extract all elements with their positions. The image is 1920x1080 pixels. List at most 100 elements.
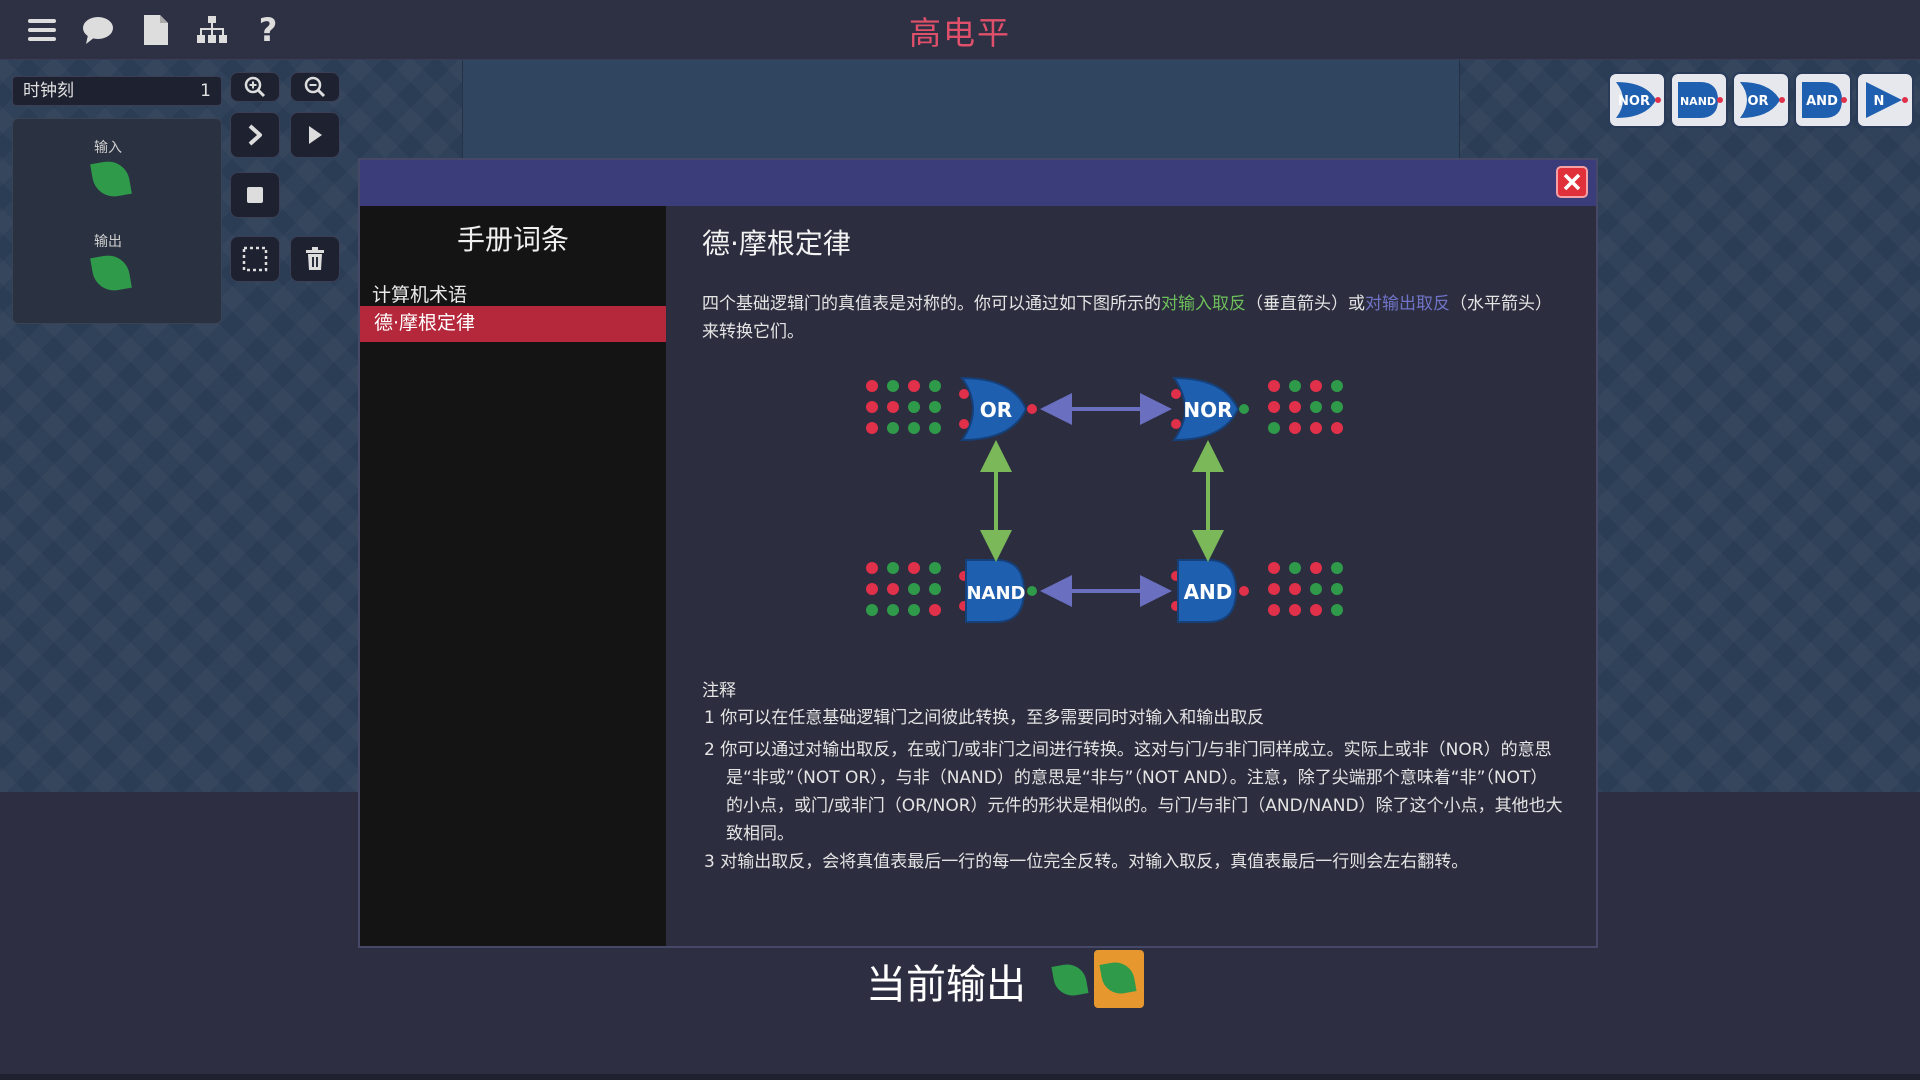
zoom-in-button[interactable]	[230, 72, 280, 102]
expected-output-box	[1094, 950, 1144, 1008]
play-button[interactable]	[290, 112, 340, 158]
close-icon	[1563, 173, 1581, 191]
truth-dot	[1289, 401, 1301, 413]
truth-dot	[1331, 401, 1343, 413]
truth-dot	[887, 422, 899, 434]
truth-dot	[866, 562, 878, 574]
truth-dot	[908, 562, 920, 574]
gate-and: AND	[1171, 559, 1249, 623]
close-button[interactable]	[1556, 166, 1588, 198]
trash-icon	[306, 247, 324, 270]
palette-gate-and[interactable]: AND	[1794, 72, 1852, 128]
truth-dot	[866, 401, 878, 413]
palette-gate-or[interactable]: OR	[1732, 72, 1790, 128]
manual-sidebar: 手册词条 计算机术语 德·摩根定律	[360, 206, 666, 946]
truth-dot	[887, 380, 899, 392]
entry-intro: 四个基础逻辑门的真值表是对称的。你可以通过如下图所示的对输入取反（垂直箭头）或对…	[702, 290, 1562, 346]
invert-output-link: 对输出取反	[1365, 294, 1450, 314]
step-button[interactable]	[230, 112, 280, 158]
palette-gate-label: AND	[1806, 94, 1838, 109]
truth-dot	[1268, 380, 1280, 392]
palette-gate-not[interactable]: N	[1856, 72, 1914, 128]
intro-text-2: （垂直箭头）或	[1246, 294, 1365, 314]
note-item: 2 你可以通过对输出取反，在或门/或非门之间进行转换。这对与门/与非门同样成立。…	[704, 740, 1563, 844]
gate-or: OR	[959, 376, 1037, 442]
zoom-out-button[interactable]	[290, 72, 340, 102]
clock-tick-field: 时钟刻 1	[12, 76, 222, 106]
stop-button[interactable]	[230, 172, 280, 218]
input-label: 输入	[94, 140, 122, 156]
truth-dot	[908, 604, 920, 616]
truth-dot	[1268, 401, 1280, 413]
truth-dot	[1268, 583, 1280, 595]
truth-dot	[866, 380, 878, 392]
zoom-in-icon	[244, 76, 266, 98]
truth-dot	[929, 562, 941, 574]
input-pin[interactable]	[90, 158, 132, 200]
truth-dot	[887, 583, 899, 595]
intro-text-1: 四个基础逻辑门的真值表是对称的。你可以通过如下图所示的	[702, 294, 1161, 314]
manual-category[interactable]: 计算机术语	[372, 280, 467, 307]
truth-dot	[929, 380, 941, 392]
gate-nand: NAND	[959, 559, 1037, 623]
entry-title: 德·摩根定律	[702, 227, 851, 260]
manual-content: 德·摩根定律 四个基础逻辑门的真值表是对称的。你可以通过如下图所示的对输入取反（…	[666, 206, 1596, 946]
delete-button[interactable]	[290, 236, 340, 282]
truth-dot	[1310, 562, 1322, 574]
truth-dot	[1331, 583, 1343, 595]
palette-gate-label: NAND	[1680, 95, 1716, 108]
current-output-label: 当前输出	[866, 962, 1026, 1008]
truth-dot	[866, 422, 878, 434]
select-button[interactable]	[230, 236, 280, 282]
gate-nor: NOR	[1171, 376, 1249, 442]
truth-table-nor	[1268, 380, 1343, 434]
truth-table-nand	[866, 562, 941, 616]
top-bar: ? 高电平	[0, 0, 1920, 60]
truth-dot	[1289, 604, 1301, 616]
clock-tick-value: 1	[200, 81, 211, 101]
manual-sidebar-title: 手册词条	[456, 223, 569, 256]
truth-dot	[929, 401, 941, 413]
output-label: 输出	[94, 234, 122, 250]
step-icon	[248, 124, 262, 146]
truth-dot	[887, 562, 899, 574]
palette-gate-nand[interactable]: NAND	[1670, 72, 1728, 128]
truth-dot	[1310, 583, 1322, 595]
truth-dot	[1331, 604, 1343, 616]
output-pin	[90, 252, 132, 294]
truth-dot	[866, 583, 878, 595]
palette-gate-label: OR	[1747, 94, 1768, 109]
truth-dot	[1310, 380, 1322, 392]
truth-dot	[1310, 604, 1322, 616]
truth-dot	[887, 401, 899, 413]
truth-dot	[1268, 562, 1280, 574]
notes-heading: 注释	[702, 681, 736, 701]
truth-table-and	[1268, 562, 1343, 616]
io-panel: 输入 输出	[12, 118, 222, 324]
manual-entry-de-morgan[interactable]: 德·摩根定律	[360, 306, 666, 342]
zoom-out-icon	[304, 76, 326, 98]
truth-dot	[1331, 422, 1343, 434]
circuit-board-area[interactable]	[462, 60, 1460, 160]
gate-or-label: OR	[980, 398, 1012, 422]
bottom-strip	[0, 1074, 1920, 1080]
truth-dot	[908, 422, 920, 434]
palette-gate-nor[interactable]: NOR	[1608, 72, 1666, 128]
stop-icon	[247, 187, 263, 203]
invert-input-link: 对输入取反	[1161, 294, 1246, 314]
truth-dot	[1331, 562, 1343, 574]
truth-table-or	[866, 380, 941, 434]
gate-and-label: AND	[1184, 580, 1233, 604]
palette-gate-label: NOR	[1618, 94, 1650, 109]
truth-dot	[1310, 422, 1322, 434]
select-icon	[242, 246, 268, 272]
truth-dot	[908, 583, 920, 595]
truth-dot	[1289, 380, 1301, 392]
note-item: 3 对输出取反，会将真值表最后一行的每一位完全反转。对输入取反，真值表最后一行则…	[704, 852, 1469, 872]
truth-dot	[866, 604, 878, 616]
play-icon	[309, 126, 322, 144]
manual-dialog: 手册词条 计算机术语 德·摩根定律 德·摩根定律 四个基础逻辑门的真值表是对称的…	[358, 158, 1598, 948]
truth-dot	[1268, 422, 1280, 434]
gate-nor-label: NOR	[1183, 398, 1232, 422]
truth-dot	[908, 380, 920, 392]
